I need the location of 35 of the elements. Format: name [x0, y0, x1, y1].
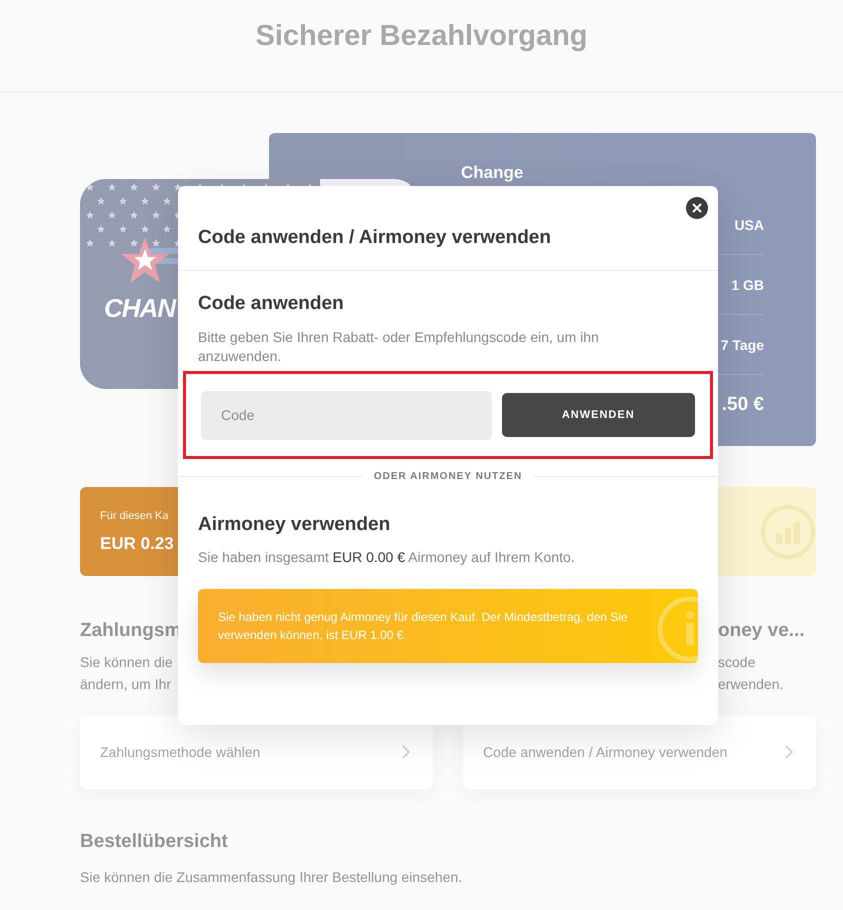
detail-value: 1 GB [731, 276, 764, 292]
section-title: Code anwenden [198, 292, 345, 316]
card-brand: CHAN [104, 293, 176, 324]
balance-text: Sie haben insgesamt EUR 0.00 € Airmoney auf Ihrem Konto. [198, 548, 576, 567]
link-label: Zahlungsmethode wählen [100, 744, 260, 760]
section-text: Sie können die [80, 653, 173, 672]
close-icon [692, 203, 702, 213]
coin-icon [760, 504, 816, 560]
section-title: oney ve... [718, 619, 805, 643]
detail-value: USA [734, 216, 764, 232]
close-button[interactable] [686, 197, 708, 219]
section-text: erwenden. [718, 675, 784, 694]
divider-label: ODER AIRMONEY NUTZEN [362, 470, 534, 482]
product-price: .50 € [722, 394, 764, 416]
section-title: Zahlungsm [80, 619, 182, 643]
section-text: scode [718, 653, 756, 672]
chevron-right-icon [784, 745, 794, 759]
cashback-amount: EUR 0.23 [100, 534, 174, 554]
product-name: Change [461, 163, 524, 183]
section-title: Airmoney verwenden [198, 513, 392, 537]
chevron-right-icon [401, 745, 411, 759]
code-input-field[interactable]: Code [201, 390, 492, 440]
page-title: Sicherer Bezahlvorgang [256, 20, 588, 52]
link-label: Code anwenden / Airmoney verwenden [483, 744, 728, 760]
section-text: ändern, um Ihr [80, 675, 172, 694]
section-title: Bestellübersicht [80, 830, 228, 854]
description-text: Bitte geben Sie Ihren Rabatt- oder Empfehlungscode ein, um ihn anzuwenden. [198, 328, 600, 366]
cashback-label: Für diesen Ka [100, 510, 168, 522]
link-card[interactable]: Code anwenden / Airmoney verwenden [463, 715, 816, 789]
warning-text: Sie haben nicht genug Airmoney für diesen Kauf. Der Mindestbetrag, den Sie verwenden können, ist EUR 1.00 €. [218, 609, 629, 644]
detail-value: 7 Tage [720, 336, 764, 352]
apply-button[interactable]: ANWENDEN [502, 393, 695, 437]
link-card[interactable]: Zahlungsmethode wählen [80, 715, 433, 789]
modal-title: Code anwenden / Airmoney verwenden [198, 226, 552, 250]
section-text: Sie können die Zusammenfassung Ihrer Bestellung einsehen. [80, 868, 462, 887]
